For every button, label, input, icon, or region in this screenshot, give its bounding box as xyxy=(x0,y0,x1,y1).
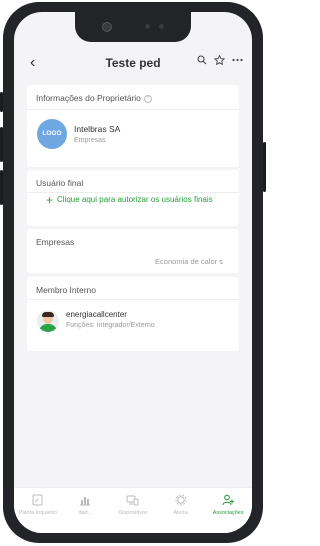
owner-subtitle: Empresas xyxy=(74,137,106,144)
header-actions xyxy=(197,54,243,68)
companies-heading: Empresas xyxy=(36,237,75,247)
tab-alerta[interactable]: Alerta xyxy=(157,488,205,533)
divider xyxy=(27,109,239,110)
authorize-end-users-text: Clique aqui para autorizar os usuários f… xyxy=(57,195,213,204)
help-icon[interactable]: ? xyxy=(143,95,152,103)
tab-label: Alerta xyxy=(173,510,188,516)
floor-plan-icon xyxy=(14,494,62,507)
owner-heading-row: Informações do Proprietário? xyxy=(27,85,239,103)
bottom-tab-bar: Planta inquérito dad... Dispositivos Ale… xyxy=(14,487,252,533)
internal-member-section: Membro Interno energiacallcenter Funções… xyxy=(27,277,239,351)
app-screen: ‹ Teste ped Informações do Proprietário?… xyxy=(14,12,252,533)
tab-label: Associações xyxy=(212,510,244,516)
phone-side-button xyxy=(0,92,3,112)
gear-icon xyxy=(157,494,205,507)
end-user-heading: Usuário final xyxy=(36,178,84,188)
end-user-section: Usuário final + Clique aqui para autoriz… xyxy=(27,170,239,226)
star-icon[interactable] xyxy=(213,54,226,68)
member-name[interactable]: energiacallcenter xyxy=(66,310,127,319)
phone-power-button xyxy=(263,142,266,192)
owner-section: Informações do Proprietário? LOGO Intelb… xyxy=(27,85,239,167)
divider xyxy=(27,192,239,193)
internal-member-heading: Membro Interno xyxy=(36,285,96,295)
phone-frame: ‹ Teste ped Informações do Proprietário?… xyxy=(0,2,266,543)
notch xyxy=(75,12,191,42)
tab-label: Planta inquérito xyxy=(18,510,57,516)
tab-dados[interactable]: dad... xyxy=(62,488,110,533)
phone-volume-up-button xyxy=(0,127,3,162)
top-bar: ‹ Teste ped xyxy=(14,50,252,78)
avatar xyxy=(37,310,59,332)
divider xyxy=(27,299,239,300)
authorize-end-users-link[interactable]: + Clique aqui para autorizar os usuários… xyxy=(46,194,227,206)
tab-planta-inquerito[interactable]: Planta inquérito xyxy=(14,488,62,533)
member-roles: Funções: Integrador/Externo xyxy=(66,322,155,329)
owner-heading: Informações do Proprietário xyxy=(36,93,141,103)
people-icon xyxy=(204,494,252,507)
tab-label: Dispositivos xyxy=(118,510,148,516)
tab-associacoes[interactable]: Associações xyxy=(204,488,252,533)
company-value[interactable]: Economia de calor s xyxy=(155,257,223,266)
sensor-icon xyxy=(159,24,164,29)
plus-icon: + xyxy=(46,193,54,207)
owner-name[interactable]: Intelbras SA xyxy=(74,124,120,134)
company-logo: LOGO xyxy=(37,119,67,149)
camera-icon xyxy=(102,22,112,32)
devices-icon xyxy=(109,494,157,507)
tab-label: dad... xyxy=(78,510,93,516)
more-icon[interactable] xyxy=(232,55,243,68)
search-icon[interactable] xyxy=(197,55,207,68)
sensor-icon xyxy=(145,24,150,29)
companies-section: Empresas Economia de calor s xyxy=(27,229,239,273)
phone-volume-down-button xyxy=(0,170,3,205)
tab-dispositivos[interactable]: Dispositivos xyxy=(109,488,157,533)
bar-chart-icon xyxy=(62,494,110,507)
